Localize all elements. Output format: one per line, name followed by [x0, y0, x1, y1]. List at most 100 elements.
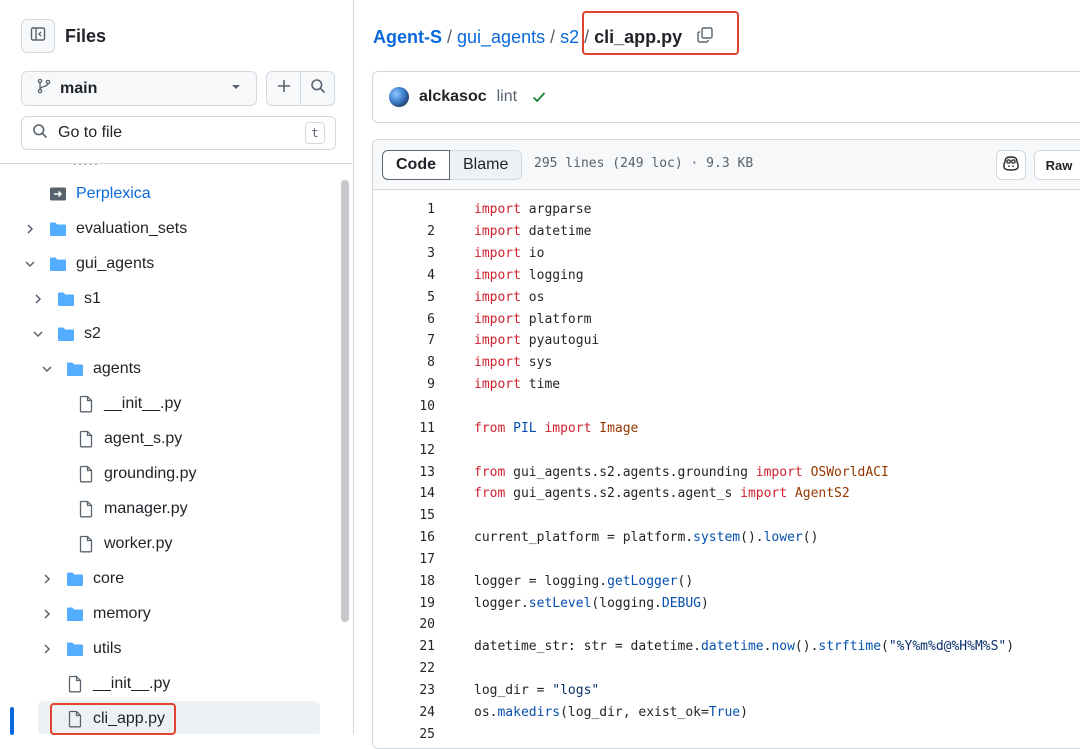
line-number[interactable]: 17 [373, 552, 435, 567]
copilot-button[interactable] [996, 150, 1026, 180]
line-number[interactable]: 3 [373, 246, 435, 261]
line-number[interactable]: 24 [373, 705, 435, 720]
tree-file[interactable]: grounding.py [0, 456, 340, 491]
code-token: "logs" [552, 682, 600, 698]
code-token: now [771, 639, 795, 655]
chevron-right-icon[interactable] [39, 641, 55, 657]
chevron-down-icon[interactable] [22, 256, 38, 272]
code-token: datetime [700, 639, 764, 655]
tab-code[interactable]: Code [382, 150, 450, 180]
line-number[interactable]: 22 [373, 661, 435, 676]
code-token: os [520, 289, 545, 305]
copy-icon [696, 26, 714, 49]
breadcrumb-link[interactable]: gui_agents [457, 27, 545, 48]
tree-file[interactable]: agent_s.py [0, 421, 340, 456]
code-token: argparse [520, 202, 592, 218]
check-icon[interactable] [531, 89, 547, 105]
commit-message[interactable]: lint [497, 88, 517, 106]
sidebar-scrollbar[interactable] [341, 180, 349, 622]
collapse-sidebar-button[interactable] [21, 19, 55, 53]
tree-submodule[interactable]: Perplexica [0, 176, 340, 211]
line-number[interactable]: 4 [373, 268, 435, 283]
code-token: io [520, 246, 545, 262]
chevron-right-icon[interactable] [22, 221, 38, 237]
avatar[interactable] [389, 87, 409, 107]
code-token: datetime_str: str = datetime. [474, 639, 701, 655]
tree-file[interactable]: worker.py [0, 526, 340, 561]
tree-file[interactable]: cli_app.py [38, 701, 320, 734]
code-token: import [544, 420, 592, 436]
code-text: logger = logging.getLogger() [474, 574, 693, 589]
raw-button[interactable]: Raw [1034, 150, 1080, 180]
code-token: logging [520, 267, 584, 283]
line-number[interactable]: 23 [373, 683, 435, 698]
line-number[interactable]: 16 [373, 530, 435, 545]
code-token: logger. [474, 595, 529, 611]
branch-selector[interactable]: main [21, 71, 257, 106]
code-line: 8 import sys [373, 352, 1080, 374]
folder-icon [65, 639, 85, 659]
tree-file[interactable]: __init__.py [0, 386, 340, 421]
code-token: gui_agents.s2.agents.agent_s [505, 486, 741, 502]
tree-folder[interactable]: core [0, 561, 340, 596]
code-token: import [474, 377, 521, 393]
code-token: (logging. [591, 595, 662, 611]
tree-folder[interactable]: s2 [0, 316, 340, 351]
line-number[interactable]: 11 [373, 421, 435, 436]
add-file-button[interactable] [266, 71, 301, 106]
chevron-down-icon[interactable] [30, 326, 46, 342]
line-number[interactable]: 6 [373, 312, 435, 327]
tree-folder[interactable]: memory [0, 596, 340, 631]
tree-item-label: agents [93, 359, 142, 377]
line-number[interactable]: 14 [373, 486, 435, 501]
line-number[interactable]: 8 [373, 355, 435, 370]
code-line: 24 os.makedirs(log_dir, exist_ok=True) [373, 701, 1080, 723]
code-line: 13 from gui_agents.s2.agents.grounding im… [373, 461, 1080, 483]
tree-folder[interactable]: utils [0, 631, 340, 666]
commit-author[interactable]: alckasoc [419, 88, 487, 106]
chevron-right-icon[interactable] [39, 571, 55, 587]
line-number[interactable]: 18 [373, 574, 435, 589]
line-number[interactable]: 21 [373, 639, 435, 654]
line-number[interactable]: 2 [373, 224, 435, 239]
tree-folder[interactable]: agents [0, 351, 340, 386]
tab-blame[interactable]: Blame [450, 150, 523, 180]
search-code-button[interactable] [300, 71, 335, 106]
line-number[interactable]: 7 [373, 333, 435, 348]
line-number[interactable]: 12 [373, 443, 435, 458]
breadcrumb: Agent-S / gui_agents / s2 / cli_app.py [373, 22, 714, 52]
go-to-file-field[interactable]: t [21, 116, 336, 150]
code-token: system [693, 530, 741, 546]
breadcrumb-repo-link[interactable]: Agent-S [373, 27, 442, 48]
tree-folder[interactable]: evaluation_sets [0, 211, 340, 246]
code-text: from gui_agents.s2.agents.grounding impo… [474, 465, 889, 480]
line-number[interactable]: 19 [373, 596, 435, 611]
tree-folder[interactable]: gui_agents [0, 246, 340, 281]
line-number[interactable]: 9 [373, 377, 435, 392]
line-number[interactable]: 13 [373, 465, 435, 480]
line-number[interactable]: 20 [373, 617, 435, 632]
code-line: 15 [373, 505, 1080, 527]
code-line: 19 logger.setLevel(logging.DEBUG) [373, 592, 1080, 614]
tree-file[interactable]: manager.py [0, 491, 340, 526]
chevron-down-icon[interactable] [39, 361, 55, 377]
line-number[interactable]: 1 [373, 202, 435, 217]
chevron-right-icon[interactable] [39, 606, 55, 622]
breadcrumb-link[interactable]: s2 [560, 27, 579, 48]
line-number[interactable]: 25 [373, 727, 435, 742]
go-to-file-input[interactable] [56, 123, 305, 143]
line-number[interactable]: 10 [373, 399, 435, 414]
code-text: import argparse [474, 202, 591, 217]
chevron-right-icon[interactable] [30, 291, 46, 307]
file-icon [65, 674, 85, 694]
copy-path-button[interactable] [696, 26, 714, 49]
line-number[interactable]: 5 [373, 290, 435, 305]
tree-folder[interactable]: s1 [0, 281, 340, 316]
line-number[interactable]: 15 [373, 508, 435, 523]
tree-file[interactable]: __init__.py [0, 666, 340, 701]
code-token: ) [1006, 639, 1015, 655]
